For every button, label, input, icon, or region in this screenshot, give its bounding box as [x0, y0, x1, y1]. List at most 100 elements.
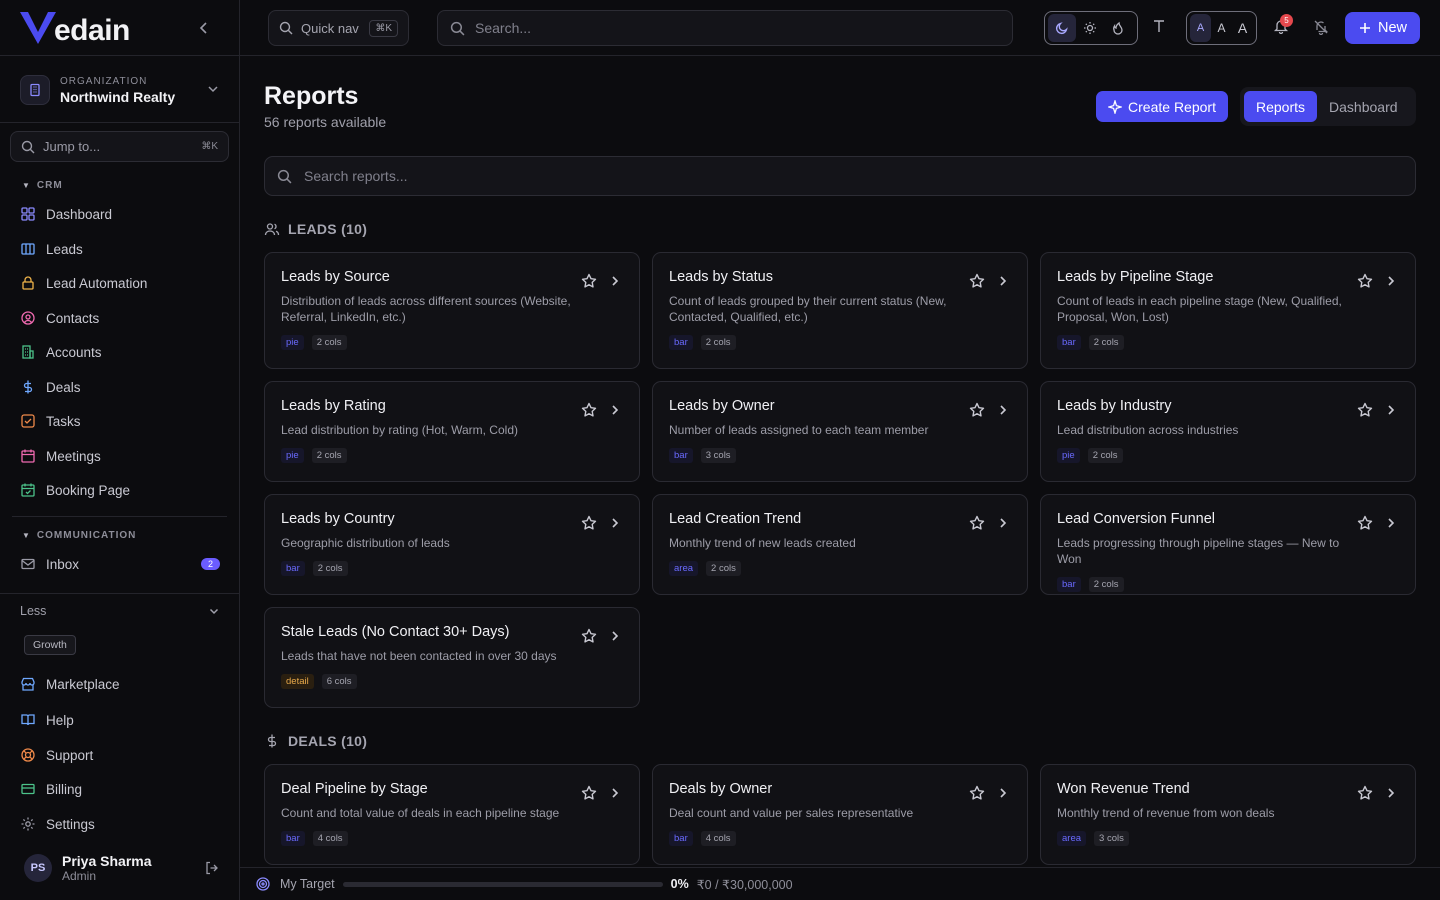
theme-light-option[interactable] [1076, 14, 1104, 42]
star-icon[interactable] [1357, 515, 1373, 531]
report-card[interactable]: Leads by Country Geographic distribution … [264, 494, 640, 595]
report-title: Leads by Rating [281, 398, 386, 414]
user-profile[interactable]: PS Priya Sharma Admin [24, 852, 220, 884]
org-label: ORGANIZATION [60, 75, 148, 87]
sidebar-item-help[interactable]: Help [20, 708, 220, 732]
sidebar-item-deals[interactable]: Deals [20, 375, 220, 399]
font-family-icon[interactable] [1151, 18, 1167, 34]
font-size-small[interactable]: A [1190, 14, 1211, 42]
tab-reports[interactable]: Reports [1244, 91, 1318, 122]
sidebar-item-contacts[interactable]: Contacts [20, 306, 220, 330]
chevron-right-icon[interactable] [609, 275, 621, 287]
sidebar-item-tasks[interactable]: Tasks [20, 409, 220, 433]
star-icon[interactable] [1357, 785, 1373, 801]
column-count-tag: 4 cols [312, 831, 348, 846]
report-card[interactable]: Leads by Status Count of leads grouped by… [652, 252, 1028, 369]
sidebar-item-settings[interactable]: Settings [20, 812, 220, 836]
report-title: Leads by Source [281, 269, 390, 285]
sidebar-item-dashboard[interactable]: Dashboard [20, 202, 220, 226]
chevron-right-icon[interactable] [609, 787, 621, 799]
notifications-button[interactable]: 5 [1273, 14, 1293, 34]
logout-icon[interactable] [204, 860, 220, 876]
column-count-tag: 2 cols [311, 335, 347, 350]
sidebar-item-inbox[interactable]: Inbox 2 [20, 552, 220, 576]
quick-nav-button[interactable]: Quick nav ⌘K [268, 10, 409, 46]
group-header-deals: DEALS (10) [264, 733, 367, 749]
report-card[interactable]: Stale Leads (No Contact 30+ Days) Leads t… [264, 607, 640, 708]
chevron-right-icon[interactable] [1385, 787, 1397, 799]
report-title: Deal Pipeline by Stage [281, 781, 428, 797]
org-switcher[interactable]: ORGANIZATION Northwind Realty [20, 72, 220, 108]
column-count-tag: 6 cols [321, 674, 357, 689]
report-card[interactable]: Leads by Rating Lead distribution by rati… [264, 381, 640, 482]
star-icon[interactable] [581, 515, 597, 531]
chevron-right-icon[interactable] [1385, 275, 1397, 287]
bell-off-icon[interactable] [1313, 19, 1329, 35]
star-icon[interactable] [969, 273, 985, 289]
sidebar-item-meetings[interactable]: Meetings [20, 444, 220, 468]
chevron-right-icon[interactable] [997, 787, 1009, 799]
sidebar-item-accounts[interactable]: Accounts [20, 340, 220, 364]
report-card[interactable]: Leads by Source Distribution of leads acr… [264, 252, 640, 369]
sidebar-item-support[interactable]: Support [20, 743, 220, 767]
report-search-input[interactable] [304, 168, 1304, 184]
font-size-large[interactable]: A [1232, 14, 1253, 42]
star-icon[interactable] [581, 628, 597, 644]
star-icon[interactable] [969, 785, 985, 801]
sidebar-item-marketplace[interactable]: Marketplace [20, 672, 220, 696]
report-card[interactable]: Leads by Owner Number of leads assigned t… [652, 381, 1028, 482]
jump-to-input[interactable]: Jump to... ⌘K [10, 131, 229, 162]
chevron-right-icon[interactable] [997, 404, 1009, 416]
global-search[interactable] [437, 10, 1013, 46]
chevron-right-icon[interactable] [609, 630, 621, 642]
star-icon[interactable] [969, 402, 985, 418]
font-size-medium[interactable]: A [1211, 14, 1232, 42]
section-communication[interactable]: ▼ COMMUNICATION [22, 530, 136, 541]
chevron-right-icon[interactable] [609, 404, 621, 416]
report-card[interactable]: Lead Conversion Funnel Leads progressing … [1040, 494, 1416, 595]
column-count-tag: 4 cols [700, 831, 736, 846]
report-search[interactable] [264, 156, 1416, 196]
new-button[interactable]: New [1345, 12, 1420, 44]
report-card[interactable]: Deal Pipeline by Stage Count and total va… [264, 764, 640, 865]
caret-down-icon: ▼ [22, 531, 31, 540]
chevron-right-icon[interactable] [1385, 404, 1397, 416]
report-card[interactable]: Deals by Owner Deal count and value per s… [652, 764, 1028, 865]
chevron-right-icon[interactable] [1385, 517, 1397, 529]
sidebar-item-lead-automation[interactable]: Lead Automation [20, 271, 220, 295]
chevron-left-icon[interactable] [196, 20, 212, 36]
chevron-right-icon[interactable] [997, 275, 1009, 287]
tab-dashboard[interactable]: Dashboard [1317, 91, 1410, 122]
star-icon[interactable] [1357, 402, 1373, 418]
sidebar-item-billing[interactable]: Billing [20, 777, 220, 801]
star-icon[interactable] [581, 273, 597, 289]
growth-badge[interactable]: Growth [24, 635, 76, 655]
star-icon[interactable] [1357, 273, 1373, 289]
global-search-input[interactable] [475, 20, 975, 36]
sidebar-item-label: Tasks [46, 413, 81, 429]
report-card[interactable]: Lead Creation Trend Monthly trend of new … [652, 494, 1028, 595]
sidebar-item-booking-page[interactable]: Booking Page [20, 478, 220, 502]
report-card[interactable]: Won Revenue Trend Monthly trend of revenu… [1040, 764, 1416, 865]
chevron-right-icon[interactable] [997, 517, 1009, 529]
sidebar-item-label: Marketplace [46, 676, 120, 692]
star-icon[interactable] [581, 402, 597, 418]
star-icon[interactable] [969, 515, 985, 531]
create-report-button[interactable]: Create Report [1096, 91, 1228, 122]
theme-warm-option[interactable] [1104, 14, 1132, 42]
lock-icon [22, 276, 34, 290]
star-icon[interactable] [581, 785, 597, 801]
section-crm[interactable]: ▼ CRM [22, 180, 63, 191]
report-card[interactable]: Leads by Pipeline Stage Count of leads in… [1040, 252, 1416, 369]
sidebar-item-label: Billing [46, 781, 83, 797]
app-logo[interactable]: edain [18, 6, 130, 50]
building-icon [20, 75, 50, 105]
dollar-icon [267, 734, 277, 748]
sidebar-item-leads[interactable]: Leads [20, 237, 220, 261]
theme-dark-option[interactable] [1048, 14, 1076, 42]
column-count-tag: 3 cols [700, 448, 736, 463]
report-title: Deals by Owner [669, 781, 773, 797]
less-toggle[interactable]: Less [20, 604, 220, 618]
chevron-right-icon[interactable] [609, 517, 621, 529]
report-card[interactable]: Leads by Industry Lead distribution acros… [1040, 381, 1416, 482]
